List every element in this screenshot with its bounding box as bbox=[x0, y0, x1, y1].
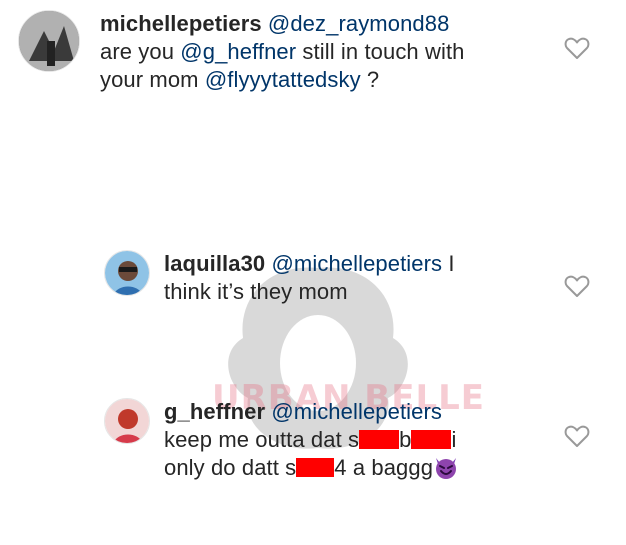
username[interactable]: michellepetiers bbox=[100, 11, 262, 36]
mention-link[interactable]: @michellepetiers bbox=[271, 399, 442, 424]
redaction-box bbox=[411, 430, 452, 449]
comment-item: laquilla30 @michellepetiers I think it’s… bbox=[0, 240, 626, 310]
username[interactable]: laquilla30 bbox=[164, 251, 265, 276]
comment-body: are you bbox=[100, 39, 181, 64]
comment-text: g_heffner @michellepetiers keep me outta… bbox=[164, 398, 564, 487]
comment-text: michellepetiers @dez_raymond88 are you @… bbox=[100, 10, 560, 94]
heart-outline-icon[interactable] bbox=[564, 424, 590, 448]
comment-body: I bbox=[442, 251, 455, 276]
redaction-box bbox=[359, 430, 400, 449]
comment-item: michellepetiers @dez_raymond88 are you @… bbox=[0, 0, 626, 130]
comment-body: b bbox=[399, 427, 412, 452]
comment-body: ? bbox=[360, 67, 380, 92]
smiling-devil-emoji bbox=[433, 454, 459, 487]
redaction-box bbox=[296, 458, 335, 477]
comment-body: still in touch with bbox=[296, 39, 465, 64]
avatar[interactable] bbox=[18, 10, 80, 72]
comment-body: think it’s they mom bbox=[164, 279, 348, 304]
mention-link[interactable]: @flyyytattedsky bbox=[205, 67, 361, 92]
heart-outline-icon[interactable] bbox=[564, 36, 590, 60]
avatar[interactable] bbox=[104, 398, 150, 444]
username[interactable]: g_heffner bbox=[164, 399, 265, 424]
comment-text: laquilla30 @michellepetiers I think it’s… bbox=[164, 250, 564, 306]
comment-item: g_heffner @michellepetiers keep me outta… bbox=[0, 388, 626, 488]
comment-body: only do datt s bbox=[164, 455, 297, 480]
comment-body: keep me outta dat s bbox=[164, 427, 360, 452]
mention-link[interactable]: @g_heffner bbox=[180, 39, 296, 64]
comment-body: 4 a baggg bbox=[334, 455, 434, 480]
comment-body: i bbox=[451, 427, 457, 452]
heart-outline-icon[interactable] bbox=[564, 274, 590, 298]
avatar[interactable] bbox=[104, 250, 150, 296]
mention-link[interactable]: @michellepetiers bbox=[272, 251, 443, 276]
mention-link[interactable]: @dez_raymond88 bbox=[268, 11, 450, 36]
comment-body: your mom bbox=[100, 67, 205, 92]
